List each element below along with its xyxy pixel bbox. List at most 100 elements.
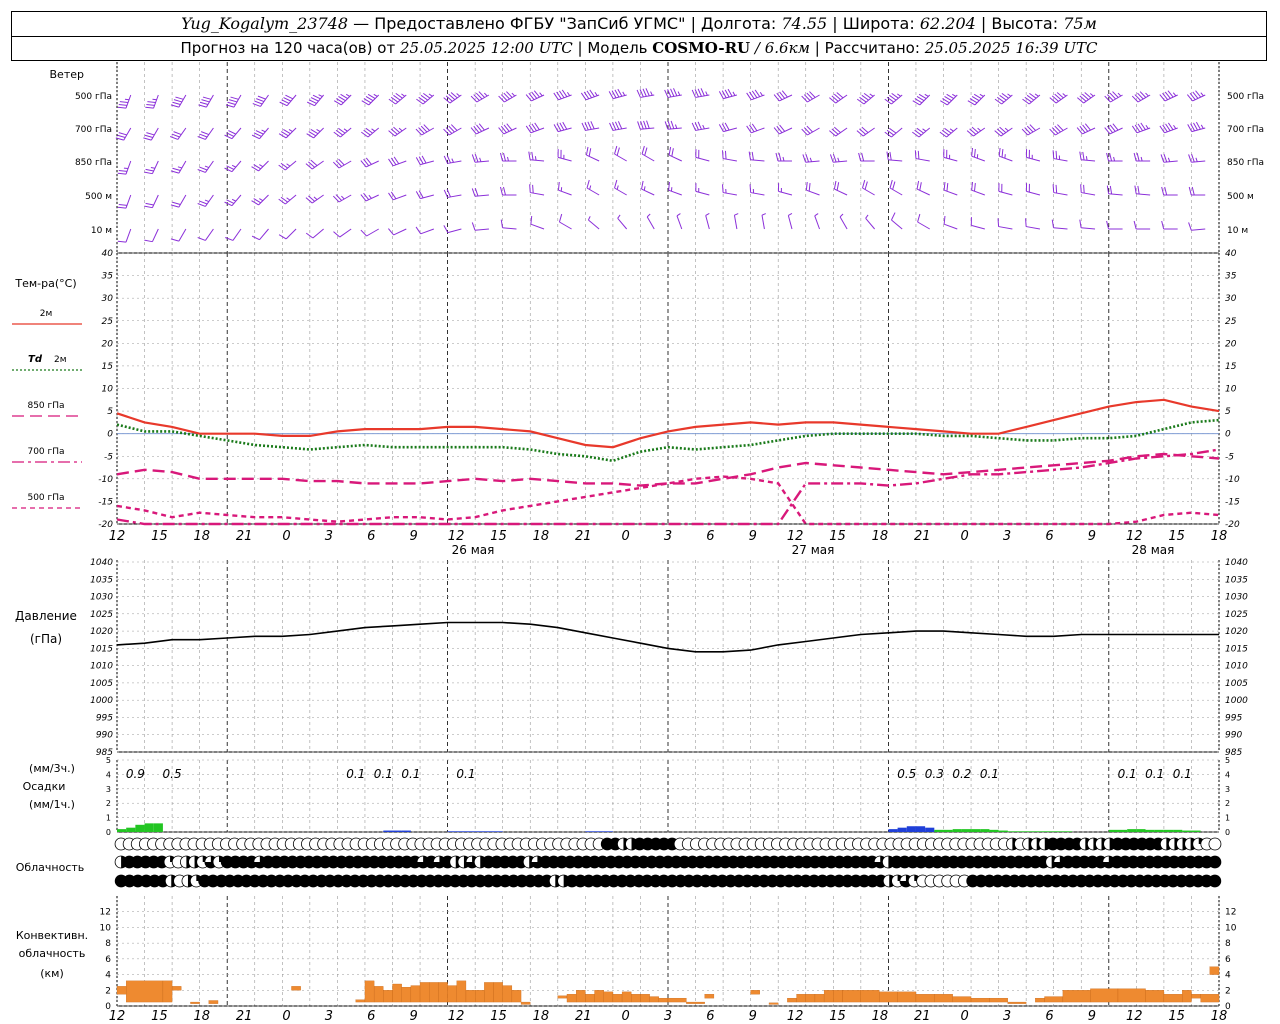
wind-barb-half-feather [949,128,954,132]
temp-title: Тем-ра(°С) [14,277,76,290]
wind-barb [646,213,655,230]
conv-bar [897,991,917,1003]
wind-barb-shaft [125,228,132,243]
wind-barb-half-feather [897,93,901,97]
temp-tick-right: -10 [1225,475,1240,485]
wind-barb-feather [360,229,367,237]
pressure-tick-right: 990 [1225,731,1242,741]
wind-barb-shaft [998,190,1013,196]
wind-barb-shaft [586,187,600,196]
wind-barb [718,88,738,100]
wind-barb [970,217,985,230]
precip-bar [961,829,972,832]
conv-bar [116,986,127,995]
conv-bar [796,994,806,1003]
precip-bar [153,823,163,832]
wind-barb-feather [1079,219,1082,228]
wind-barb-half-feather [506,156,509,162]
wind-barb [443,155,462,164]
wind-barb-shaft [557,156,572,162]
wind-barb-shaft [1136,193,1151,196]
wind-barb [971,147,985,162]
conv-bar [438,982,448,1003]
wind-barb-half-feather [1140,156,1143,162]
wind-barb-shaft [1081,159,1096,162]
wind-barb-feather [805,154,810,163]
wind-barb [1051,219,1068,230]
temp-tick-left: -15 [98,497,113,507]
wind-barb-feather [586,179,590,189]
hour-label-top: 12 [787,529,804,544]
hour-label-bottom: 12 [109,1009,126,1024]
hour-label-top: 6 [706,529,714,544]
conv-bar [594,990,604,1003]
pressure-tick-left: 1030 [90,593,113,603]
wind-barb-feather [1188,222,1192,231]
wind-level-label-right: 850 гПа [1227,158,1264,168]
wind-barb [1106,185,1123,196]
conv-bar [364,980,375,1003]
wind-barb [943,149,958,162]
wind-barb-feather [333,231,341,238]
wind-barb [115,127,132,141]
wind-barb [1104,91,1123,103]
wind-barb-feather [283,97,292,102]
wind-barb-shaft [125,160,132,175]
conv-bar [585,994,595,1003]
precip-3h-label: 0.1 [1173,767,1192,781]
temp-tick-right: 35 [1225,272,1237,282]
wind-barb [856,92,875,105]
wind-barb-feather [119,101,129,104]
wind-barb-shaft [204,228,214,241]
wind-barb [585,146,600,162]
pressure-tick-left: 1015 [90,644,113,654]
wind-barb-shaft [943,189,958,196]
precip-tick-right: 2 [1225,799,1230,808]
wind-barb [443,189,462,198]
wind-barb-half-feather [345,93,351,97]
wind-barb-half-feather [869,93,874,97]
wind-barb [225,94,242,108]
wind-barb [777,183,793,196]
wind-barb-shaft [285,228,297,240]
conv-bar [447,985,457,1003]
hour-label-bottom: 21 [236,1009,253,1024]
wind-barb-feather [117,106,127,109]
hour-label-bottom: 9 [749,1009,757,1024]
conv-bar [126,980,164,1003]
wind-barb [609,121,627,131]
wind-barb-half-feather [924,93,929,97]
wind-barb [225,228,242,241]
wind-barb-feather [914,150,917,159]
wind-barb [361,93,380,106]
wind-barb-feather [1106,220,1110,230]
precip-3h-label: 0.1 [456,767,475,781]
precip-bar [1035,831,1045,832]
wind-barb-shaft [778,190,793,196]
wind-barb-half-feather [483,92,488,97]
wind-barb [940,93,958,106]
precip-tick-right: 4 [1225,770,1230,779]
wind-barb-half-feather [616,185,619,190]
hour-label-top: 18 [533,529,550,544]
conv-bar [952,996,972,1003]
pressure-unit: (гПа) [30,632,62,646]
wind-barb [994,92,1013,105]
wind-barb [802,154,820,163]
wind-barb-shaft [311,194,324,204]
pressure-tick-left: 990 [96,731,113,741]
precip-bar [1163,829,1174,832]
wind-barb-half-feather [589,185,592,190]
wind-barb-feather [281,99,290,104]
wind-barb-feather [971,147,974,157]
wind-barb [839,213,848,230]
precip-bar [943,829,953,832]
wind-barb-feather [224,167,233,173]
wind-barb-feather [118,132,127,136]
wind-barb-shaft [723,192,737,196]
wind-barb-half-feather [150,166,156,169]
wind-barb [1188,222,1206,231]
wind-barb-half-feather [286,197,291,201]
wind-barb-shaft [259,228,269,241]
pressure-tick-left: 1000 [90,696,113,706]
